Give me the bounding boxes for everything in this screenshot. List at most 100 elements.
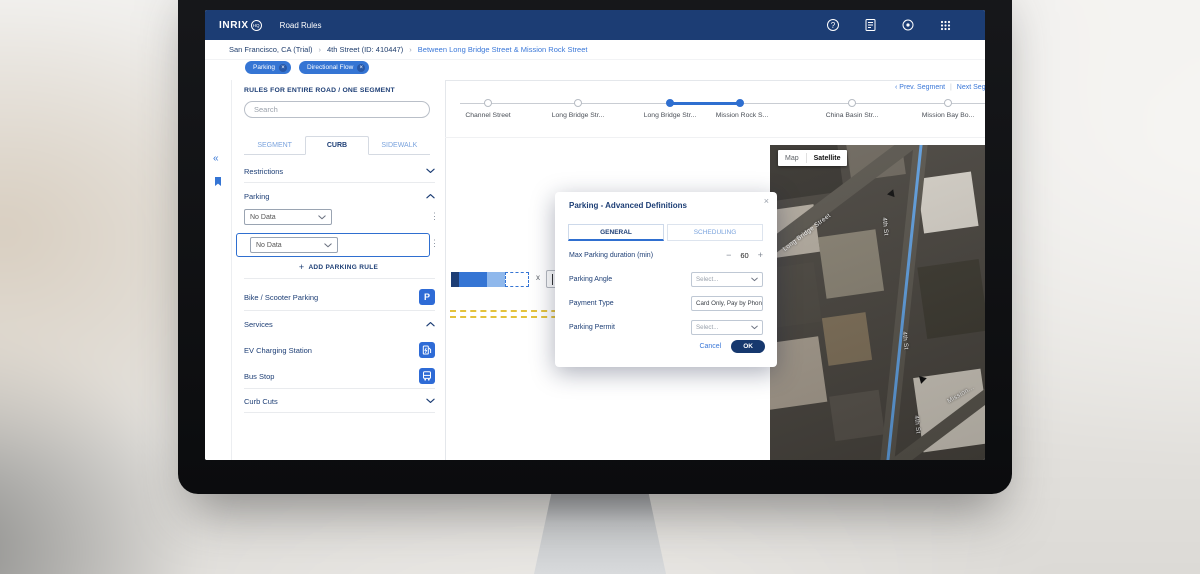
station-label: Mission Rock S... xyxy=(704,112,780,119)
timeline-active-segment[interactable] xyxy=(670,102,740,105)
curb-cuts-label: Curb Cuts xyxy=(244,397,278,406)
map-building xyxy=(916,171,978,233)
chip-parking[interactable]: Parking × xyxy=(245,61,291,74)
add-parking-rule-button[interactable]: +ADD PARKING RULE xyxy=(232,262,445,272)
breadcrumb-city[interactable]: San Francisco, CA (Trial) xyxy=(229,45,313,54)
filter-chips: Parking × Directional Flow × xyxy=(245,61,369,74)
timeline-node[interactable] xyxy=(944,99,952,107)
rules-panel: RULES FOR ENTIRE ROAD / ONE SEGMENT SEGM… xyxy=(232,80,445,460)
station-label: Channel Street xyxy=(450,112,526,119)
chevron-down-icon xyxy=(751,277,758,282)
help-icon[interactable]: ? xyxy=(827,19,839,31)
row-ev-charging-station[interactable]: EV Charging Station xyxy=(244,341,435,359)
tab-sidewalk[interactable]: SIDEWALK xyxy=(369,136,430,154)
curb-rule-cell[interactable] xyxy=(459,272,487,287)
bookmark-icon[interactable] xyxy=(213,176,223,190)
timeline-node-active-start[interactable] xyxy=(666,99,674,107)
section-parking[interactable]: Parking xyxy=(244,187,435,205)
tab-scheduling[interactable]: SCHEDULING xyxy=(667,224,763,241)
street-label-4th-st: 4th St xyxy=(881,217,890,236)
search-input[interactable] xyxy=(244,101,430,118)
document-icon[interactable] xyxy=(865,19,876,31)
station-label: Ur... xyxy=(959,112,985,119)
close-icon[interactable]: × xyxy=(764,196,769,206)
payment-type-select[interactable]: Card Only, Pay by Phone xyxy=(691,296,763,311)
field-max-parking-duration: Max Parking duration (min) − 60 + xyxy=(569,246,763,264)
chip-directional-flow[interactable]: Directional Flow × xyxy=(299,61,369,74)
max-parking-duration-label: Max Parking duration (min) xyxy=(569,252,653,259)
breadcrumb-street[interactable]: 4th Street (ID: 410447) xyxy=(327,45,403,54)
row-bike-scooter-parking[interactable]: Bike / Scooter Parking P xyxy=(244,288,435,306)
map-building xyxy=(770,336,827,409)
chevron-down-icon xyxy=(324,243,332,248)
rule-2-kebab-menu-icon[interactable]: ⋮ xyxy=(430,239,439,248)
parking-rule-dropdown-2-value: No Data xyxy=(256,242,282,249)
segnav-divider: | xyxy=(950,84,952,91)
duration-stepper: − 60 + xyxy=(726,251,763,260)
ev-charging-icon xyxy=(419,342,435,358)
chip-directional-flow-close-icon[interactable]: × xyxy=(357,64,365,72)
curb-rule-cell[interactable] xyxy=(487,272,505,287)
parking-label: Parking xyxy=(244,192,269,201)
breadcrumb: San Francisco, CA (Trial) › 4th Street (… xyxy=(205,40,985,60)
field-payment-type: Payment Type Card Only, Pay by Phone xyxy=(569,294,763,312)
curb-rule-cell-new[interactable] xyxy=(505,272,529,287)
parking-permit-select[interactable]: Select... xyxy=(691,320,763,335)
text-caret xyxy=(552,274,553,285)
delete-rule-icon[interactable]: x xyxy=(536,273,540,282)
panel-divider xyxy=(244,182,435,183)
section-restrictions[interactable]: Restrictions xyxy=(244,162,435,180)
satellite-view-button[interactable]: Satellite xyxy=(807,150,848,166)
timeline-node-active-end[interactable] xyxy=(736,99,744,107)
left-icon-rail: « xyxy=(205,80,232,460)
chip-parking-label: Parking xyxy=(253,64,275,71)
curb-rule-bar xyxy=(451,272,529,287)
section-curb-cuts[interactable]: Curb Cuts xyxy=(244,392,435,410)
apps-grid-icon[interactable] xyxy=(940,20,951,31)
plus-icon[interactable]: + xyxy=(758,251,763,260)
parking-angle-value: Select... xyxy=(696,276,718,283)
tab-curb[interactable]: CURB xyxy=(305,136,368,155)
ok-button[interactable]: OK xyxy=(731,340,765,353)
prev-segment-link[interactable]: ‹ Prev. Segment xyxy=(895,84,945,91)
curb-rule-cell[interactable] xyxy=(451,272,459,287)
cancel-button[interactable]: Cancel xyxy=(699,343,721,350)
minus-icon[interactable]: − xyxy=(726,251,731,260)
timeline-node[interactable] xyxy=(484,99,492,107)
station-label: China Basin Str... xyxy=(814,112,890,119)
one-way-arrow-icon xyxy=(887,188,897,197)
section-services[interactable]: Services xyxy=(244,315,435,333)
panel-divider xyxy=(244,310,435,311)
map-building xyxy=(917,259,985,339)
station-label: Long Bridge Str... xyxy=(540,112,616,119)
chevron-down-icon xyxy=(426,398,435,404)
breadcrumb-current-segment[interactable]: Between Long Bridge Street & Mission Roc… xyxy=(418,45,588,54)
panel-tabs: SEGMENT CURB SIDEWALK xyxy=(244,136,430,155)
timeline-node[interactable] xyxy=(848,99,856,107)
map-building xyxy=(818,229,884,298)
panel-divider xyxy=(244,412,435,413)
parking-rule-dropdown-2[interactable]: No Data xyxy=(250,237,338,253)
chevron-down-icon xyxy=(426,168,435,174)
chevron-down-icon xyxy=(318,215,326,220)
chevron-up-icon xyxy=(426,321,435,327)
timeline-node[interactable] xyxy=(574,99,582,107)
parking-rule-dropdown-1[interactable]: No Data xyxy=(244,209,332,225)
segment-navigation: ‹ Prev. Segment | Next Segment xyxy=(895,84,985,91)
support-icon[interactable] xyxy=(902,19,914,31)
next-segment-link[interactable]: Next Segment xyxy=(957,84,985,91)
timeline-divider xyxy=(445,137,985,138)
tab-segment[interactable]: SEGMENT xyxy=(244,136,305,154)
row-bus-stop[interactable]: Bus Stop xyxy=(244,367,435,385)
map-building xyxy=(829,390,885,442)
map-view-button[interactable]: Map xyxy=(778,150,806,166)
street-label-4th-st: 4th St xyxy=(901,331,910,350)
services-label: Services xyxy=(244,320,273,329)
rule-1-kebab-menu-icon[interactable]: ⋮ xyxy=(430,212,439,221)
tab-general[interactable]: GENERAL xyxy=(568,224,664,241)
parking-angle-select[interactable]: Select... xyxy=(691,272,763,287)
collapse-panel-icon[interactable]: « xyxy=(213,154,219,164)
chip-parking-close-icon[interactable]: × xyxy=(279,64,287,72)
map-canvas[interactable]: Long Bridge Street 4th St 4th St 4th St … xyxy=(770,145,985,460)
payment-type-value: Card Only, Pay by Phone xyxy=(696,300,763,307)
